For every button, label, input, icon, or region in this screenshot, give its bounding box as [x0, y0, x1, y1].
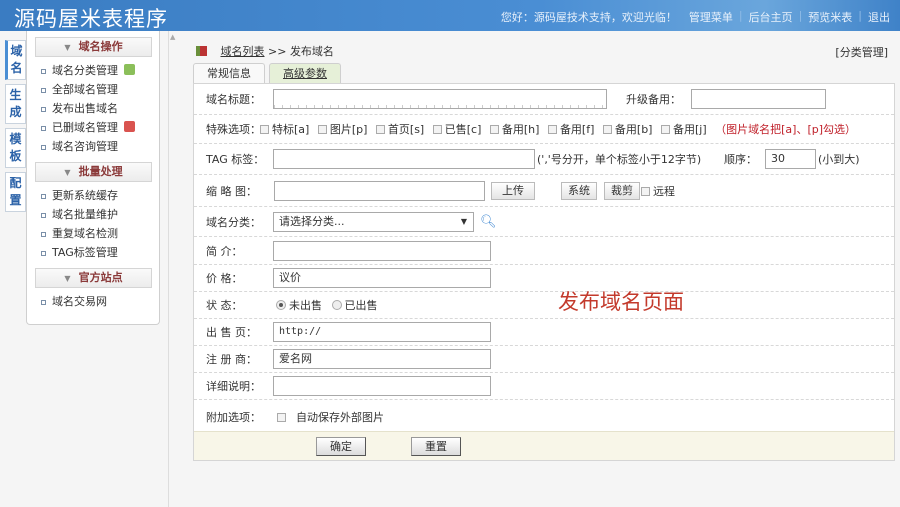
nav-manage-menu[interactable]: 管理菜单: [683, 9, 739, 25]
crop-button[interactable]: 裁剪: [604, 181, 640, 200]
option-j[interactable]: 备用[j]: [660, 123, 707, 136]
upgrade-input[interactable]: [691, 89, 826, 109]
top-header: 源码屋米表程序 您好：源码屋技术支持，欢迎光临！ 管理菜单 | 后台主页 | 预览米…: [0, 0, 900, 31]
sale-page-input[interactable]: http://: [273, 322, 491, 342]
book-icon: [196, 46, 207, 56]
order-input[interactable]: 30: [765, 149, 816, 169]
registrar-input[interactable]: 爱名网: [273, 349, 491, 369]
vtab-generate[interactable]: 生成: [5, 84, 26, 124]
sidebar-item-batch-maint[interactable]: 域名批量维护: [27, 205, 159, 224]
form-footer: 确定 重置: [194, 431, 894, 460]
form-tabs: 常规信息 高级参数: [193, 63, 341, 84]
nav-logout[interactable]: 退出: [862, 9, 896, 25]
section-domain-ops[interactable]: ▼ 域名操作: [35, 37, 152, 57]
remote-checkbox[interactable]: 远程: [641, 183, 675, 199]
chevron-down-icon: ▼: [64, 43, 71, 52]
breadcrumb: 域名列表 >> 发布域名: [196, 43, 334, 59]
scroll-up-icon[interactable]: ▲: [170, 33, 175, 41]
sidebar-item-deleted[interactable]: 已删域名管理: [27, 118, 159, 137]
vtab-config[interactable]: 配置: [5, 172, 26, 212]
option-p[interactable]: 图片[p]: [317, 123, 367, 136]
sidebar-item-publish[interactable]: 发布出售域名: [27, 99, 159, 118]
option-c[interactable]: 已售[c]: [432, 123, 481, 136]
vtab-template[interactable]: 模板: [5, 128, 26, 168]
category-manage-link[interactable]: [分类管理]: [835, 44, 888, 60]
nav-preview[interactable]: 预览米表: [802, 9, 858, 25]
detail-input[interactable]: [273, 376, 491, 396]
sidebar-item-duplicate[interactable]: 重复域名检测: [27, 224, 159, 243]
status-sold-radio[interactable]: 已出售: [331, 299, 378, 312]
shield-icon: [124, 121, 135, 132]
category-select[interactable]: 请选择分类... ▼: [273, 211, 474, 232]
sidebar: ▼ 域名操作 域名分类管理 全部域名管理 发布出售域名 已删域名管理 域名咨询管理…: [26, 31, 160, 325]
sidebar-item-inquiry[interactable]: 域名咨询管理: [27, 137, 159, 156]
search-icon[interactable]: 🔍︎: [480, 214, 497, 229]
reset-button[interactable]: 重置: [411, 437, 461, 456]
section-official[interactable]: ▼ 官方站点: [35, 268, 152, 288]
special-note: （图片域名把[a]、[p]勾选）: [715, 123, 857, 136]
add-icon: [124, 64, 135, 75]
auto-save-images-checkbox[interactable]: 自动保存外部图片: [277, 409, 384, 425]
nav-admin-home[interactable]: 后台主页: [743, 9, 799, 25]
thumbnail-input[interactable]: [274, 180, 485, 201]
chevron-down-icon: ▼: [64, 168, 71, 177]
upload-button[interactable]: 上传: [491, 181, 535, 200]
tab-advanced[interactable]: 高级参数: [269, 63, 341, 84]
sidebar-item-exchange[interactable]: 域名交易网: [27, 292, 159, 311]
overlay-caption: 发布域名页面: [558, 290, 684, 314]
sidebar-item-cache[interactable]: 更新系统缓存: [27, 186, 159, 205]
intro-input[interactable]: [273, 240, 491, 261]
option-a[interactable]: 特标[a]: [260, 123, 309, 136]
option-f[interactable]: 备用[f]: [547, 123, 594, 136]
app-title: 源码屋米表程序: [14, 7, 168, 31]
publish-form: 域名标题： 升级备用： 特殊选项： 特标[a] 图片[p] 首页[s] 已售[c…: [193, 83, 895, 461]
option-s[interactable]: 首页[s]: [375, 123, 424, 136]
section-batch[interactable]: ▼ 批量处理: [35, 162, 152, 182]
breadcrumb-link[interactable]: 域名列表: [221, 45, 265, 58]
status-unsold-radio[interactable]: 未出售: [276, 299, 322, 312]
vtab-domain[interactable]: 域名: [5, 40, 26, 80]
option-h[interactable]: 备用[h]: [489, 123, 539, 136]
price-input[interactable]: 议价: [273, 268, 491, 288]
greeting: 您好：源码屋技术支持，欢迎光临！: [500, 11, 677, 24]
vertical-tabs: 域名 生成 模板 配置: [5, 40, 26, 216]
title-input[interactable]: [273, 89, 607, 109]
system-button[interactable]: 系统: [561, 181, 597, 200]
top-nav: 您好：源码屋技术支持，欢迎光临！ 管理菜单 | 后台主页 | 预览米表 | 退出: [495, 9, 896, 25]
chevron-down-icon: ▼: [64, 274, 71, 283]
option-b[interactable]: 备用[b]: [602, 123, 652, 136]
tab-general[interactable]: 常规信息: [193, 63, 265, 84]
splitter[interactable]: [168, 31, 178, 507]
sidebar-item-category[interactable]: 域名分类管理: [27, 61, 159, 80]
sidebar-item-tags[interactable]: TAG标签管理: [27, 243, 159, 262]
tag-input[interactable]: [273, 149, 535, 169]
submit-button[interactable]: 确定: [316, 437, 366, 456]
sidebar-item-all-domains[interactable]: 全部域名管理: [27, 80, 159, 99]
breadcrumb-current: 发布域名: [289, 45, 334, 58]
